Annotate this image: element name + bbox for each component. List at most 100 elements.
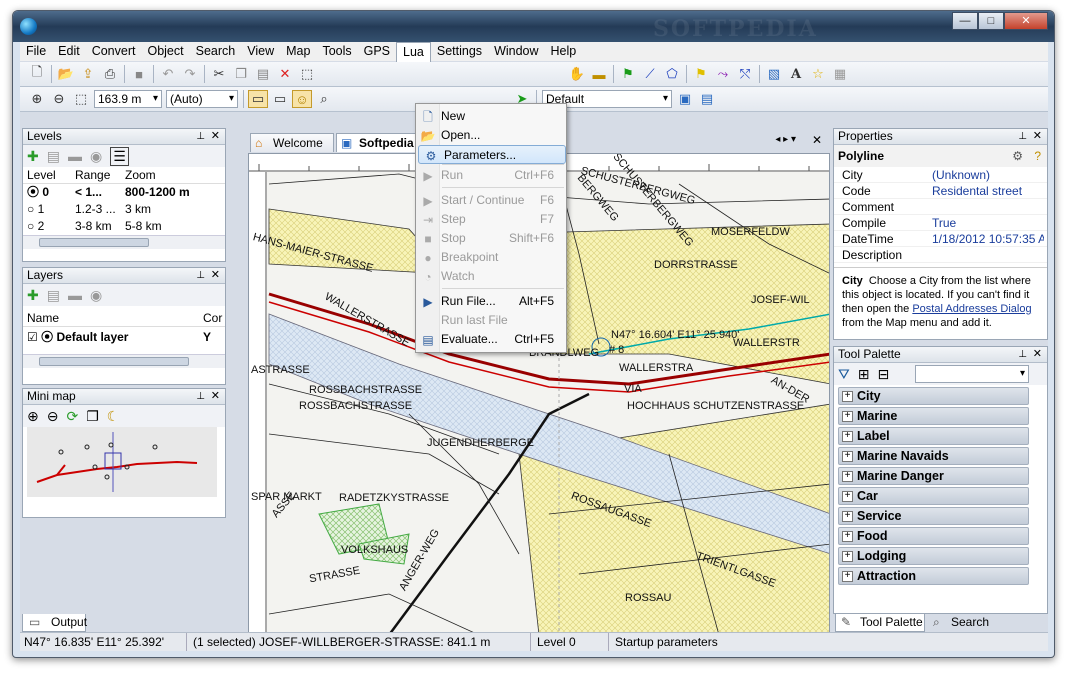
polyline-icon[interactable]: ⟋ [640, 65, 660, 83]
tab-tool-palette[interactable]: ✎ Tool Palette [835, 614, 925, 632]
layers-hscroll[interactable] [23, 354, 225, 368]
menu-object[interactable]: Object [141, 42, 189, 61]
moon-icon[interactable]: ☾ [107, 408, 120, 425]
lua-menu-watch[interactable]: ◔ Watch [416, 267, 566, 286]
lua-menu-run-file[interactable]: ▶ Run File... Alt+F5 [416, 292, 566, 311]
palette-category[interactable]: Marine [838, 407, 1029, 425]
property-row[interactable]: City (Unknown) [834, 167, 1047, 183]
pin-icon[interactable]: ⊥ [196, 268, 205, 283]
star-icon[interactable]: ☆ [808, 65, 828, 83]
paste-icon[interactable]: ▤ [253, 65, 273, 83]
property-row[interactable]: DateTime 1/18/2012 10:57:35 AM [834, 231, 1047, 247]
close-icon[interactable]: ✕ [1033, 129, 1042, 144]
level-row[interactable]: ○ 2 3-8 km 5-8 km [23, 218, 225, 235]
remove-icon[interactable]: ▬ [68, 287, 82, 303]
menu-settings[interactable]: Settings [431, 42, 488, 61]
pin-icon[interactable]: ⊥ [1018, 347, 1027, 362]
property-row[interactable]: Description [834, 247, 1047, 263]
find-icon[interactable]: ⌕ [314, 90, 334, 108]
lua-menu-breakpoint[interactable]: ● Breakpoint [416, 248, 566, 267]
text-icon[interactable]: A [786, 65, 806, 83]
postal-addresses-link[interactable]: Postal Addresses Dialog [912, 303, 1031, 315]
palette-category[interactable]: Attraction [838, 567, 1029, 585]
zoom-in-icon[interactable]: ⊕ [27, 408, 39, 425]
tab-output[interactable]: ▭ Output [22, 614, 87, 632]
menu-help[interactable]: Help [545, 42, 583, 61]
redo-icon[interactable]: ↷ [180, 65, 200, 83]
minimap-canvas[interactable] [27, 427, 217, 497]
palette-category[interactable]: Food [838, 527, 1029, 545]
display-icon[interactable]: ▭ [270, 90, 290, 108]
scale-combo[interactable]: 163.9 m [94, 90, 162, 108]
new-icon[interactable]: 🗋 [27, 64, 47, 83]
close-icon[interactable]: ✕ [1033, 347, 1042, 362]
remove-icon[interactable]: ▬ [68, 148, 82, 164]
radio-icon[interactable]: ○ [27, 202, 34, 216]
menu-lua[interactable]: Lua [396, 41, 431, 62]
close-icon[interactable]: ✕ [211, 268, 220, 283]
menu-view[interactable]: View [241, 42, 280, 61]
property-row[interactable]: Code Residental street [834, 183, 1047, 199]
collapse-all-icon[interactable]: ⊟ [878, 366, 890, 383]
waypoint-icon[interactable]: ⚑ [691, 65, 711, 83]
palette-category[interactable]: Marine Danger [838, 467, 1029, 485]
lua-menu-open[interactable]: 📂 Open... [416, 126, 566, 145]
help-icon[interactable]: ? [1034, 145, 1041, 167]
menu-edit[interactable]: Edit [52, 42, 86, 61]
property-row[interactable]: Compile True [834, 215, 1047, 231]
palette-category[interactable]: City [838, 387, 1029, 405]
image-icon[interactable]: ▧ [764, 65, 784, 83]
palette-category[interactable]: Service [838, 507, 1029, 525]
tab-search[interactable]: ⌕ Search [929, 614, 999, 632]
polygon-icon[interactable]: ⬠ [662, 65, 682, 83]
menu-window[interactable]: Window [488, 42, 544, 61]
level-row[interactable]: ○ 1 1.2-3 ... 3 km [23, 201, 225, 218]
check-icon[interactable]: ◉ [90, 148, 102, 165]
lua-menu-run-last-file[interactable]: Run last File [416, 311, 566, 330]
sort-icon[interactable]: ⚙ [1012, 145, 1023, 167]
palette-category[interactable]: Marine Navaids [838, 447, 1029, 465]
copy-icon[interactable]: ❐ [231, 65, 251, 83]
close-button[interactable]: ✕ [1004, 12, 1048, 30]
pin-icon[interactable]: ⊥ [196, 129, 205, 144]
palette-filter-combo[interactable] [915, 365, 1029, 383]
lua-menu-start-continue[interactable]: ▶ Start / Continue F6 [416, 191, 566, 210]
undo-icon[interactable]: ↶ [158, 65, 178, 83]
close-doc-icon[interactable]: ✕ [812, 133, 822, 147]
grid-icon[interactable]: ▦ [830, 65, 850, 83]
menu-tools[interactable]: Tools [316, 42, 357, 61]
print-icon[interactable]: ⎙ [100, 65, 120, 83]
lua-menu-new[interactable]: 🗋 New [416, 107, 566, 126]
layers-icon[interactable]: ❐ [86, 408, 99, 425]
lua-menu-evaluate[interactable]: ▤ Evaluate... Ctrl+F5 [416, 330, 566, 349]
edit-icon[interactable]: ▤ [47, 287, 60, 304]
tile-icon[interactable]: ▤ [697, 90, 717, 108]
smiley-icon[interactable]: ☺ [292, 90, 312, 108]
window-icon[interactable]: ▣ [675, 90, 695, 108]
add-icon[interactable]: ✚ [27, 148, 39, 165]
edit-icon[interactable]: ▤ [47, 148, 60, 165]
lua-menu-parameters[interactable]: ⚙ Parameters... [418, 145, 566, 164]
close-icon[interactable]: ✕ [211, 389, 220, 404]
lua-menu-step[interactable]: ⇥ Step F7 [416, 210, 566, 229]
filter-icon[interactable]: ⛛ [838, 366, 850, 383]
delete-icon[interactable]: ✕ [275, 65, 295, 83]
tab-softpedia[interactable]: ▣ Softpedia [336, 133, 420, 152]
lua-menu-stop[interactable]: ■ Stop Shift+F6 [416, 229, 566, 248]
refresh-icon[interactable]: ⟳ [66, 408, 78, 425]
close-icon[interactable]: ✕ [211, 129, 220, 144]
globe-app-icon[interactable] [20, 18, 37, 35]
ruler-icon[interactable]: ▬ [589, 65, 609, 83]
layer-row[interactable]: ☑ ⦿ Default layer Y [23, 329, 225, 346]
route-icon[interactable]: ⤳ [713, 65, 733, 83]
tab-nav-icon[interactable]: ◂ ▸ ▾ [775, 134, 796, 145]
properties-icon[interactable]: ☰ [110, 146, 129, 166]
expand-all-icon[interactable]: ⊞ [858, 366, 870, 383]
layer-toggle-icon[interactable]: ▭ [248, 90, 268, 108]
menu-map[interactable]: Map [280, 42, 316, 61]
cut-icon[interactable]: ✂ [209, 65, 229, 83]
maximize-button[interactable]: □ [978, 12, 1004, 30]
zoom-out-icon[interactable]: ⊖ [49, 90, 69, 108]
menu-convert[interactable]: Convert [86, 42, 142, 61]
point-flag-icon[interactable]: ⚑ [618, 65, 638, 83]
